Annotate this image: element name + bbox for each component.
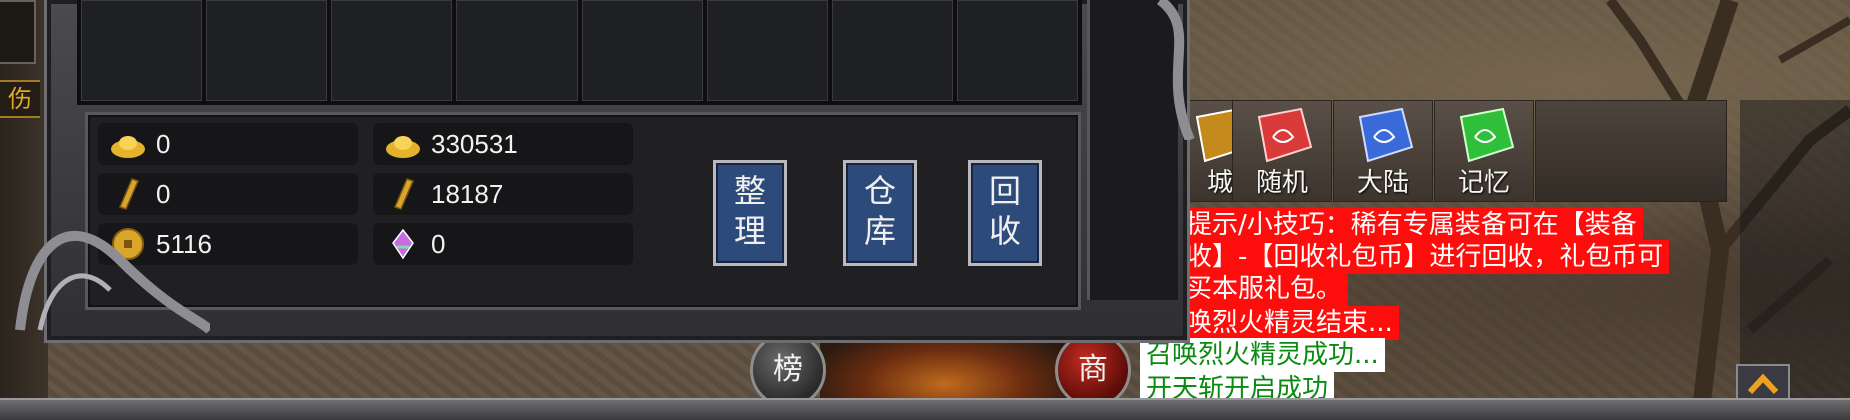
chat-line: 买本服礼包。 xyxy=(1180,272,1349,306)
blue-rune-stone-icon xyxy=(1358,107,1414,163)
damage-label: 伤害 xyxy=(0,80,40,118)
sort-button[interactable]: 整 理 xyxy=(713,160,787,266)
teleport-memory-label: 记忆 xyxy=(1457,168,1510,198)
inventory-panel: 0 330531 0 18187 5116 0 整 理 仓 库 回 收 xyxy=(44,0,1190,343)
currency-value: 330531 xyxy=(431,129,518,159)
recycle-button-label-2: 收 xyxy=(988,212,1021,250)
gold-ingot-stat: 0 xyxy=(98,123,358,165)
warehouse-button[interactable]: 仓 库 xyxy=(843,160,917,266)
empty-teleport-slot xyxy=(1535,100,1727,202)
recycle-button[interactable]: 回 收 xyxy=(968,160,1042,266)
currency-value: 0 xyxy=(431,229,446,259)
currency-area: 0 330531 0 18187 5116 0 整 理 仓 库 回 收 xyxy=(85,112,1081,310)
recycle-button-label-1: 回 xyxy=(988,172,1021,210)
chat-line: 收】-【回收礼包币】进行回收，礼包币可 xyxy=(1180,240,1670,274)
inventory-slot[interactable] xyxy=(331,0,453,101)
red-rune-stone-icon xyxy=(1257,107,1313,163)
gold-ingot-icon xyxy=(386,136,420,158)
ranking-button[interactable]: 榜 xyxy=(750,332,826,408)
teleport-random-label: 随机 xyxy=(1255,168,1308,198)
inventory-grid xyxy=(77,0,1082,105)
inventory-slot[interactable] xyxy=(456,0,578,101)
chat-line: 提示/小技巧：稀有专属装备可在【装备 xyxy=(1180,208,1643,242)
green-rune-stone-icon xyxy=(1459,107,1515,163)
teleport-random-button[interactable]: 随机 xyxy=(1232,100,1332,202)
crystal-icon xyxy=(392,228,414,260)
dragon-frame-ornament-right xyxy=(1156,0,1195,140)
bound-gold-scroll-stat: 18187 xyxy=(373,173,633,215)
teleport-memory-button[interactable]: 记忆 xyxy=(1434,100,1534,202)
shop-button[interactable]: 商 xyxy=(1055,332,1131,408)
bound-gold-ingot-stat: 330531 xyxy=(373,123,633,165)
chat-line: 唤烈火精灵结束... xyxy=(1180,306,1399,340)
teleport-continent-label: 大陆 xyxy=(1356,168,1409,198)
warehouse-button-label-2: 库 xyxy=(863,212,896,250)
hud-side-strip xyxy=(1740,100,1850,400)
gold-scroll-icon xyxy=(393,178,415,210)
dragon-frame-ornament xyxy=(15,230,210,334)
teleport-continent-button[interactable]: 大陆 xyxy=(1333,100,1433,202)
inventory-slot[interactable] xyxy=(206,0,328,101)
currency-value: 0 xyxy=(156,129,171,159)
chat-line: 召唤烈火精灵成功... xyxy=(1140,338,1385,372)
left-hud-tab[interactable] xyxy=(0,0,36,64)
crystal-stat: 0 xyxy=(373,223,633,265)
sort-button-label-2: 理 xyxy=(733,212,766,250)
bottom-hud-bar xyxy=(0,398,1850,420)
inventory-slot[interactable] xyxy=(706,0,828,101)
sort-button-label-1: 整 xyxy=(733,172,766,210)
inventory-slot[interactable] xyxy=(956,0,1078,101)
warehouse-button-label-1: 仓 xyxy=(863,172,896,210)
inventory-slot[interactable] xyxy=(81,0,203,101)
gold-ingot-icon xyxy=(111,136,145,158)
inventory-slot[interactable] xyxy=(581,0,703,101)
currency-value: 18187 xyxy=(431,179,504,209)
inventory-slot[interactable] xyxy=(831,0,953,101)
